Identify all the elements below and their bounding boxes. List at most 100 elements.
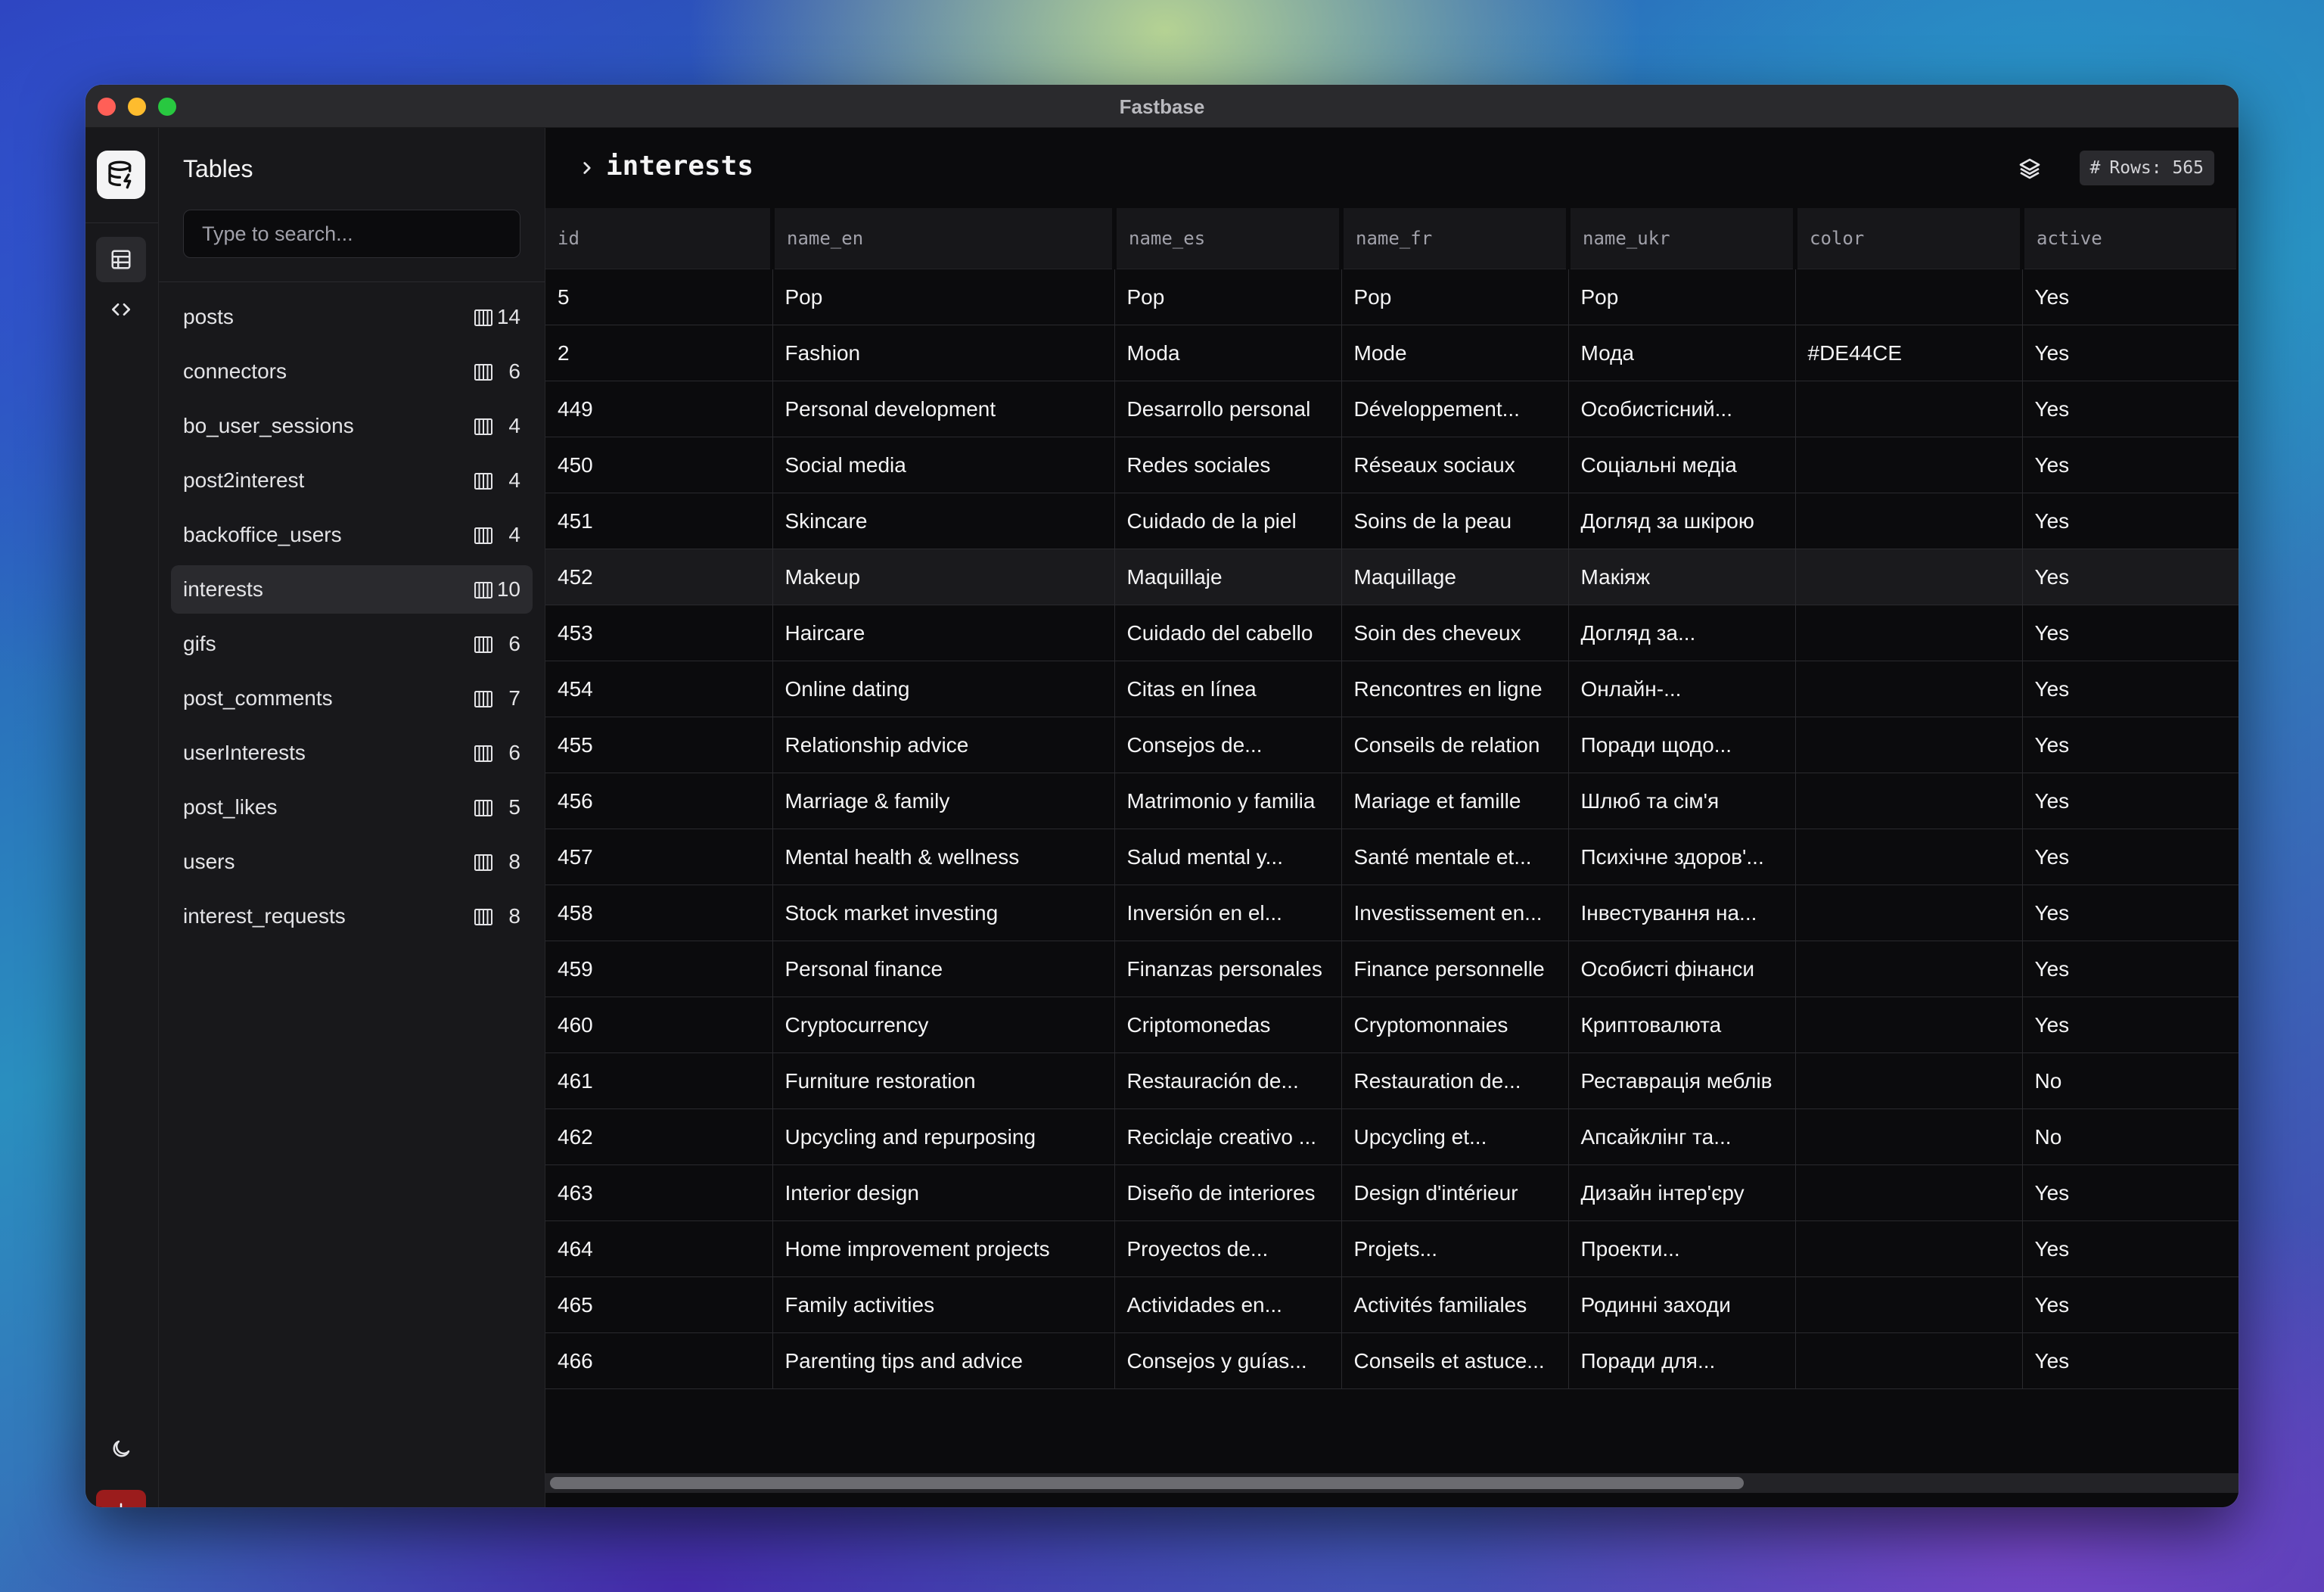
table-row[interactable]: 456 Marriage & family Matrimonio y familia… bbox=[545, 773, 2239, 829]
table-row[interactable]: 465 Family activities Actividades en... Act… bbox=[545, 1276, 2239, 1333]
cell-active[interactable]: Yes bbox=[2022, 493, 2239, 549]
table-search-input[interactable] bbox=[183, 210, 520, 258]
cell-name_ukr[interactable]: Особисті фінанси bbox=[1568, 941, 1796, 997]
cell-name_es[interactable]: Moda bbox=[1114, 325, 1342, 381]
cell-name_es[interactable]: Criptomonedas bbox=[1114, 997, 1342, 1053]
table-row[interactable]: 449 Personal development Desarrollo person… bbox=[545, 381, 2239, 437]
query-nav-button[interactable] bbox=[96, 287, 146, 332]
table-row[interactable]: 466 Parenting tips and advice Consejos y g… bbox=[545, 1332, 2239, 1389]
table-row[interactable]: 453 Haircare Cuidado del cabello Soin des c… bbox=[545, 605, 2239, 661]
cell-name_es[interactable]: Cuidado de la piel bbox=[1114, 493, 1342, 549]
cell-name_ukr[interactable]: Соціальні медіа bbox=[1568, 437, 1796, 493]
cell-active[interactable]: Yes bbox=[2022, 829, 2239, 885]
cell-name_ukr[interactable]: Проекти... bbox=[1568, 1220, 1796, 1277]
cell-name_ukr[interactable]: Поради щодо... bbox=[1568, 717, 1796, 773]
column-header-name_ukr[interactable]: name_ukr bbox=[1568, 208, 1797, 269]
cell-name_fr[interactable]: Soins de la peau bbox=[1341, 493, 1569, 549]
cell-name_ukr[interactable]: Інвестування на... bbox=[1568, 885, 1796, 941]
cell-color[interactable] bbox=[1795, 1220, 2023, 1277]
cell-id[interactable]: 452 bbox=[545, 549, 773, 605]
cell-name_en[interactable]: Furniture restoration bbox=[772, 1053, 1115, 1109]
cell-active[interactable]: No bbox=[2022, 1053, 2239, 1109]
cell-name_fr[interactable]: Mariage et famille bbox=[1341, 773, 1569, 829]
cell-name_en[interactable]: Marriage & family bbox=[772, 773, 1115, 829]
cell-color[interactable] bbox=[1795, 269, 2023, 325]
cell-name_ukr[interactable]: Догляд за шкірою bbox=[1568, 493, 1796, 549]
cell-id[interactable]: 458 bbox=[545, 885, 773, 941]
table-row[interactable]: 463 Interior design Diseño de interiores De… bbox=[545, 1164, 2239, 1221]
cell-name_fr[interactable]: Mode bbox=[1341, 325, 1569, 381]
cell-name_en[interactable]: Fashion bbox=[772, 325, 1115, 381]
cell-active[interactable]: Yes bbox=[2022, 269, 2239, 325]
table-row[interactable]: 462 Upcycling and repurposing Reciclaje cr… bbox=[545, 1108, 2239, 1165]
table-row[interactable]: 2 Fashion Moda Mode Мода #DE44CE Yes bbox=[545, 325, 2239, 381]
cell-active[interactable]: Yes bbox=[2022, 1332, 2239, 1389]
cell-name_fr[interactable]: Santé mentale et... bbox=[1341, 829, 1569, 885]
table-row[interactable]: 451 Skincare Cuidado de la piel Soins de la… bbox=[545, 493, 2239, 549]
cell-color[interactable] bbox=[1795, 1108, 2023, 1165]
cell-id[interactable]: 461 bbox=[545, 1053, 773, 1109]
cell-name_fr[interactable]: Développement... bbox=[1341, 381, 1569, 437]
cell-color[interactable]: #DE44CE bbox=[1795, 325, 2023, 381]
cell-name_fr[interactable]: Maquillage bbox=[1341, 549, 1569, 605]
cell-id[interactable]: 455 bbox=[545, 717, 773, 773]
cell-name_es[interactable]: Maquillaje bbox=[1114, 549, 1342, 605]
cell-id[interactable]: 451 bbox=[545, 493, 773, 549]
cell-color[interactable] bbox=[1795, 829, 2023, 885]
cell-id[interactable]: 457 bbox=[545, 829, 773, 885]
disconnect-button[interactable] bbox=[96, 1490, 146, 1507]
cell-name_ukr[interactable]: Макіяж bbox=[1568, 549, 1796, 605]
cell-active[interactable]: Yes bbox=[2022, 773, 2239, 829]
cell-name_ukr[interactable]: Мода bbox=[1568, 325, 1796, 381]
cell-name_ukr[interactable]: Дизайн інтер'єру bbox=[1568, 1164, 1796, 1221]
cell-id[interactable]: 466 bbox=[545, 1332, 773, 1389]
cell-id[interactable]: 460 bbox=[545, 997, 773, 1053]
cell-id[interactable]: 463 bbox=[545, 1164, 773, 1221]
table-row[interactable]: 459 Personal finance Finanzas personales Fi… bbox=[545, 941, 2239, 997]
sidebar-item-backoffice_users[interactable]: backoffice_users 4 bbox=[171, 511, 533, 559]
horizontal-scrollbar[interactable] bbox=[545, 1473, 2239, 1493]
cell-name_fr[interactable]: Réseaux sociaux bbox=[1341, 437, 1569, 493]
cell-color[interactable] bbox=[1795, 717, 2023, 773]
cell-color[interactable] bbox=[1795, 1332, 2023, 1389]
cell-active[interactable]: Yes bbox=[2022, 661, 2239, 717]
cell-color[interactable] bbox=[1795, 437, 2023, 493]
table-row[interactable]: 464 Home improvement projects Proyectos de… bbox=[545, 1220, 2239, 1277]
cell-active[interactable]: Yes bbox=[2022, 605, 2239, 661]
sidebar-item-users[interactable]: users 8 bbox=[171, 838, 533, 886]
cell-name_en[interactable]: Relationship advice bbox=[772, 717, 1115, 773]
sidebar-item-connectors[interactable]: connectors 6 bbox=[171, 347, 533, 396]
cell-name_es[interactable]: Citas en línea bbox=[1114, 661, 1342, 717]
cell-id[interactable]: 449 bbox=[545, 381, 773, 437]
cell-active[interactable]: Yes bbox=[2022, 885, 2239, 941]
cell-name_ukr[interactable]: Поради для... bbox=[1568, 1332, 1796, 1389]
cell-color[interactable] bbox=[1795, 661, 2023, 717]
cell-name_fr[interactable]: Restauration de... bbox=[1341, 1053, 1569, 1109]
cell-color[interactable] bbox=[1795, 1276, 2023, 1333]
table-row[interactable]: 452 Makeup Maquillaje Maquillage Макіяж Yes bbox=[545, 549, 2239, 605]
table-row[interactable]: 461 Furniture restoration Restauración de.… bbox=[545, 1053, 2239, 1109]
cell-name_es[interactable]: Cuidado del cabello bbox=[1114, 605, 1342, 661]
cell-active[interactable]: Yes bbox=[2022, 997, 2239, 1053]
cell-id[interactable]: 450 bbox=[545, 437, 773, 493]
column-header-id[interactable]: id bbox=[545, 208, 775, 269]
cell-name_en[interactable]: Family activities bbox=[772, 1276, 1115, 1333]
cell-name_fr[interactable]: Upcycling et... bbox=[1341, 1108, 1569, 1165]
cell-name_fr[interactable]: Pop bbox=[1341, 269, 1569, 325]
table-row[interactable]: 455 Relationship advice Consejos de... Cons… bbox=[545, 717, 2239, 773]
cell-color[interactable] bbox=[1795, 493, 2023, 549]
cell-name_ukr[interactable]: Психічне здоров'... bbox=[1568, 829, 1796, 885]
sidebar-item-post2interest[interactable]: post2interest 4 bbox=[171, 456, 533, 505]
cell-active[interactable]: Yes bbox=[2022, 549, 2239, 605]
cell-name_en[interactable]: Online dating bbox=[772, 661, 1115, 717]
cell-color[interactable] bbox=[1795, 381, 2023, 437]
cell-active[interactable]: Yes bbox=[2022, 325, 2239, 381]
cell-active[interactable]: Yes bbox=[2022, 1276, 2239, 1333]
cell-name_es[interactable]: Salud mental y... bbox=[1114, 829, 1342, 885]
cell-active[interactable]: Yes bbox=[2022, 437, 2239, 493]
theme-toggle-button[interactable] bbox=[96, 1426, 146, 1472]
chevron-right-icon[interactable] bbox=[577, 157, 597, 183]
cell-id[interactable]: 453 bbox=[545, 605, 773, 661]
cell-name_en[interactable]: Stock market investing bbox=[772, 885, 1115, 941]
sidebar-item-post_likes[interactable]: post_likes 5 bbox=[171, 783, 533, 832]
